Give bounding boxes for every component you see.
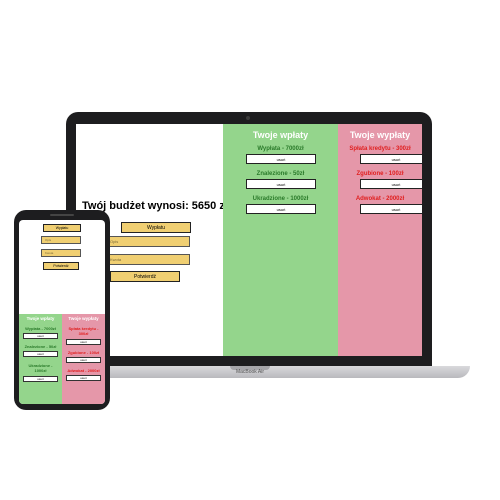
laptop-screen: Twój budżet wynosi: 5650 zł Wypłatu Opis… — [76, 124, 422, 356]
delete-deposit-button[interactable]: usuń — [246, 204, 316, 214]
phone-withdrawals-title: Twoje wypłaty — [68, 316, 99, 321]
withdrawal-label: Adwokat - 2000zł — [355, 196, 405, 202]
phone-delete-deposit-button[interactable]: usuń — [23, 351, 58, 357]
withdraw-button[interactable]: Wypłatu — [121, 222, 191, 233]
phone-device: Wypłatu Opis Kwota Potwierdź Twoje wpłat… — [14, 210, 110, 410]
withdrawal-label: Spłata kredytu - 300zł — [349, 146, 411, 152]
description-input[interactable]: Opis — [106, 236, 190, 247]
camera-icon — [246, 116, 250, 120]
confirm-button[interactable]: Potwierdź — [110, 271, 180, 282]
phone-delete-withdrawal-button[interactable]: usuń — [66, 357, 101, 363]
deposits-title: Twoje wpłaty — [252, 130, 309, 140]
phone-withdrawal-label: Spłata kredytu - 300zł — [68, 326, 99, 336]
phone-withdraw-button[interactable]: Wypłatu — [43, 224, 81, 232]
delete-withdrawal-button[interactable]: usuń — [360, 179, 422, 189]
deposit-label: Ukradzione - 1000zł — [252, 196, 309, 202]
phone-delete-deposit-button[interactable]: usuń — [23, 333, 58, 339]
phone-deposit-label: Wypłata - 7000zł — [25, 326, 56, 331]
phone-delete-withdrawal-button[interactable]: usuń — [66, 339, 101, 345]
phone-confirm-button[interactable]: Potwierdź — [43, 262, 79, 270]
delete-deposit-button[interactable]: usuń — [246, 179, 316, 189]
phone-deposits-title: Twoje wpłaty — [26, 316, 55, 321]
phone-amount-input[interactable]: Kwota — [41, 249, 81, 257]
phone-screen: Wypłatu Opis Kwota Potwierdź Twoje wpłat… — [19, 220, 105, 404]
deposit-label: Wypłata - 7000zł — [257, 146, 304, 152]
phone-delete-withdrawal-button[interactable]: usuń — [66, 375, 101, 381]
laptop-lid: Twój budżet wynosi: 5650 zł Wypłatu Opis… — [66, 112, 432, 366]
phone-withdrawal-label: Zgubione - 100zł — [67, 350, 100, 355]
withdrawals-panel: Twoje wypłaty Spłata kredytu - 300zł usu… — [338, 124, 422, 356]
phone-withdrawal-label: Adwokat - 2000zł — [67, 368, 100, 373]
delete-withdrawal-button[interactable]: usuń — [360, 204, 422, 214]
withdrawal-label: Zgubione - 100zł — [356, 171, 404, 177]
withdrawals-title: Twoje wypłaty — [349, 130, 411, 140]
amount-input[interactable]: Kwota — [106, 254, 190, 265]
phone-withdrawals-panel: Twoje wypłaty Spłata kredytu - 300zł usu… — [62, 314, 105, 404]
deposits-panel: Twoje wpłaty Wypłata - 7000zł usuń Znale… — [223, 124, 338, 356]
phone-deposit-label: Ukradzione - 1000zł — [28, 363, 53, 373]
budget-title: Twój budżet wynosi: 5650 zł — [82, 200, 228, 212]
speaker-icon — [50, 214, 74, 216]
phone-deposit-label: Znalezione - 50zł — [24, 344, 57, 349]
delete-withdrawal-button[interactable]: usuń — [360, 154, 422, 164]
delete-deposit-button[interactable]: usuń — [246, 154, 316, 164]
phone-delete-deposit-button[interactable]: usuń — [23, 376, 58, 382]
phone-deposits-panel: Twoje wpłaty Wypłata - 7000zł usuń Znale… — [19, 314, 62, 404]
deposit-label: Znalezione - 50zł — [256, 171, 305, 177]
phone-description-input[interactable]: Opis — [41, 236, 81, 244]
